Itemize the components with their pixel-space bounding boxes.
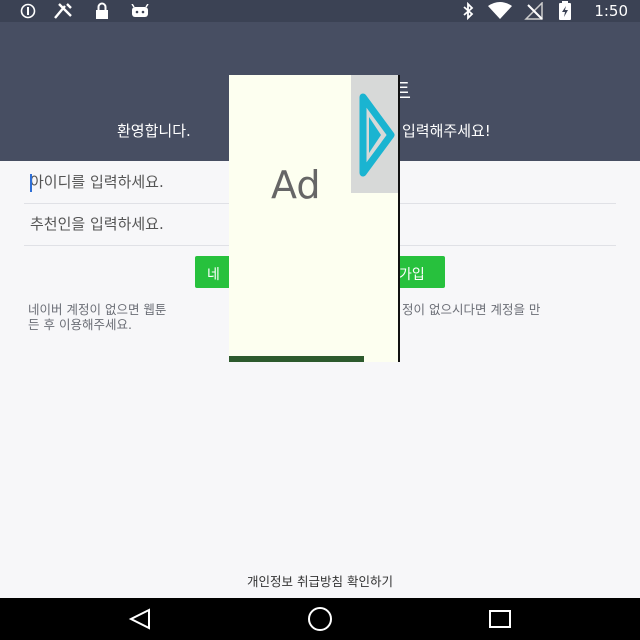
home-icon[interactable] bbox=[290, 598, 350, 640]
ad-bottom-bar bbox=[229, 356, 364, 362]
no-signal-icon bbox=[522, 2, 546, 20]
welcome-text-left: 환영합니다. bbox=[117, 122, 191, 140]
notice-line-1-left: 네이버 계정이 없으면 웹툰 bbox=[28, 302, 167, 317]
ad-edge bbox=[398, 75, 400, 362]
signup-label-right: 가입 bbox=[399, 267, 425, 283]
clock: 1:50 bbox=[594, 2, 628, 20]
recents-icon[interactable] bbox=[470, 598, 530, 640]
sync-icon bbox=[18, 2, 38, 20]
android-icon bbox=[128, 2, 152, 20]
notice-line-1-right: 정이 없으시다면 계정을 만 bbox=[402, 302, 541, 317]
ad-play-icon[interactable] bbox=[351, 75, 398, 193]
welcome-text-right: 입력해주세요! bbox=[402, 122, 491, 140]
ad-label: Ad bbox=[271, 163, 321, 207]
status-bar: 1:50 bbox=[0, 0, 640, 22]
ad-banner[interactable]: Ad bbox=[229, 75, 400, 362]
tools-icon bbox=[52, 2, 76, 20]
navigation-bar bbox=[0, 598, 640, 640]
battery-icon bbox=[556, 1, 574, 20]
back-icon[interactable] bbox=[110, 598, 170, 640]
privacy-policy-link[interactable]: 개인정보 취급방침 확인하기 bbox=[0, 571, 640, 590]
signup-label-left: 네 bbox=[207, 267, 220, 283]
wifi-icon bbox=[486, 2, 514, 20]
lock-icon bbox=[92, 2, 112, 20]
text-cursor bbox=[30, 174, 32, 192]
bluetooth-icon bbox=[458, 2, 478, 20]
